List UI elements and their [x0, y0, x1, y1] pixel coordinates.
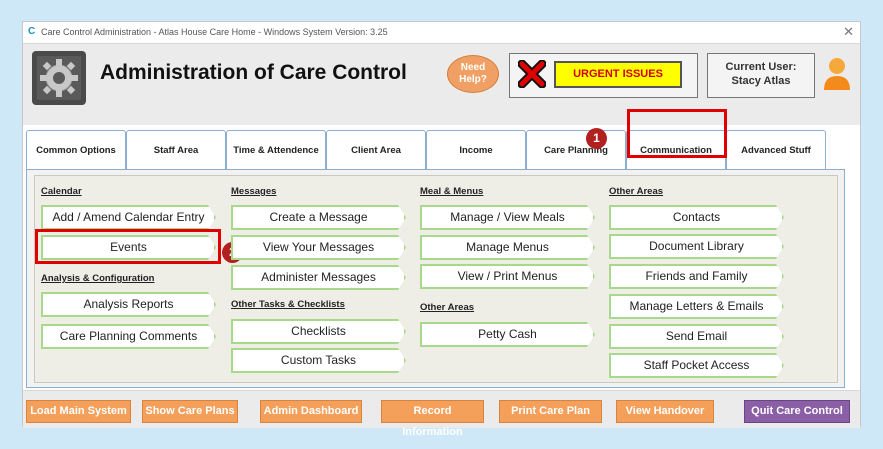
section-other-areas-right-heading: Other Areas — [609, 186, 664, 197]
highlight-box-events — [35, 229, 221, 264]
manage-view-meals-button[interactable]: Manage / View Meals — [420, 205, 595, 230]
section-analysis-heading: Analysis & Configuration — [41, 273, 155, 284]
highlight-box-communication — [627, 109, 727, 158]
tab-advanced-stuff[interactable]: Advanced Stuff — [726, 130, 826, 170]
view-print-menus-button[interactable]: View / Print Menus — [420, 264, 595, 289]
header: Administration of Care Control Need Help… — [23, 43, 860, 126]
checklists-button[interactable]: Checklists — [231, 319, 406, 344]
care-planning-comments-button[interactable]: Care Planning Comments — [41, 324, 216, 349]
title-bar: C Care Control Administration - Atlas Ho… — [23, 22, 860, 43]
step-marker-1: 1 — [586, 128, 607, 149]
section-meals-heading: Meal & Menus — [420, 186, 484, 197]
tab-income[interactable]: Income — [426, 130, 526, 170]
add-amend-calendar-entry-button[interactable]: Add / Amend Calendar Entry — [41, 205, 216, 230]
print-care-plan-button[interactable]: Print Care Plan — [499, 400, 602, 423]
section-calendar-heading: Calendar — [41, 186, 82, 197]
manage-menus-button[interactable]: Manage Menus — [420, 235, 595, 260]
staff-pocket-access-button[interactable]: Staff Pocket Access — [609, 353, 784, 378]
record-information-button[interactable]: Record Information — [381, 400, 484, 438]
create-message-button[interactable]: Create a Message — [231, 205, 406, 230]
urgent-issues-panel: URGENT ISSUES — [509, 53, 698, 98]
contacts-button[interactable]: Contacts — [609, 205, 784, 230]
current-user-label: Current User: — [725, 61, 797, 73]
tab-client-area[interactable]: Client Area — [326, 130, 426, 170]
tab-care-planning[interactable]: Care Planning — [526, 130, 626, 170]
need-help-button[interactable]: Need Help? — [447, 55, 499, 93]
window-title: Care Control Administration - Atlas Hous… — [41, 27, 388, 37]
gear-logo-icon — [32, 51, 86, 105]
admin-dashboard-button[interactable]: Admin Dashboard — [260, 400, 362, 423]
view-messages-button[interactable]: View Your Messages — [231, 235, 406, 260]
close-icon[interactable]: ✕ — [843, 24, 854, 40]
quit-care-control-button[interactable]: Quit Care Control — [744, 400, 850, 423]
show-care-plans-button[interactable]: Show Care Plans — [142, 400, 238, 423]
send-email-button[interactable]: Send Email — [609, 324, 784, 349]
manage-letters-emails-button[interactable]: Manage Letters & Emails — [609, 294, 784, 319]
administer-messages-button[interactable]: Administer Messages — [231, 265, 406, 290]
load-main-system-button[interactable]: Load Main System — [26, 400, 131, 423]
user-avatar-icon — [822, 56, 852, 97]
page-title: Administration of Care Control — [100, 61, 407, 84]
section-other-tasks-heading: Other Tasks & Checklists — [231, 299, 345, 310]
section-messages-heading: Messages — [231, 186, 277, 197]
document-library-button[interactable]: Document Library — [609, 234, 784, 259]
urgent-issues-button[interactable]: URGENT ISSUES — [554, 61, 682, 88]
custom-tasks-button[interactable]: Custom Tasks — [231, 348, 406, 373]
view-handover-button[interactable]: View Handover — [616, 400, 714, 423]
analysis-reports-button[interactable]: Analysis Reports — [41, 292, 216, 317]
tab-common-options[interactable]: Common Options — [26, 130, 126, 170]
section-other-areas-mid-heading: Other Areas — [420, 302, 475, 313]
tab-staff-area[interactable]: Staff Area — [126, 130, 226, 170]
tab-time-attendence[interactable]: Time & Attendence — [226, 130, 326, 170]
app-window: C Care Control Administration - Atlas Ho… — [22, 21, 861, 438]
red-x-icon — [517, 59, 547, 93]
tab-panel: Calendar Add / Amend Calendar Entry Even… — [26, 169, 845, 388]
friends-and-family-button[interactable]: Friends and Family — [609, 264, 784, 289]
app-icon: C — [28, 26, 36, 37]
current-user-panel: Current User: Stacy Atlas — [707, 53, 815, 98]
footer-toolbar: Load Main System Show Care Plans Admin D… — [23, 390, 860, 438]
tab-area: Common Options Staff Area Time & Attende… — [23, 109, 860, 438]
options-panel: Calendar Add / Amend Calendar Entry Even… — [34, 175, 838, 383]
petty-cash-button[interactable]: Petty Cash — [420, 322, 595, 347]
current-user-name: Stacy Atlas — [731, 75, 791, 87]
